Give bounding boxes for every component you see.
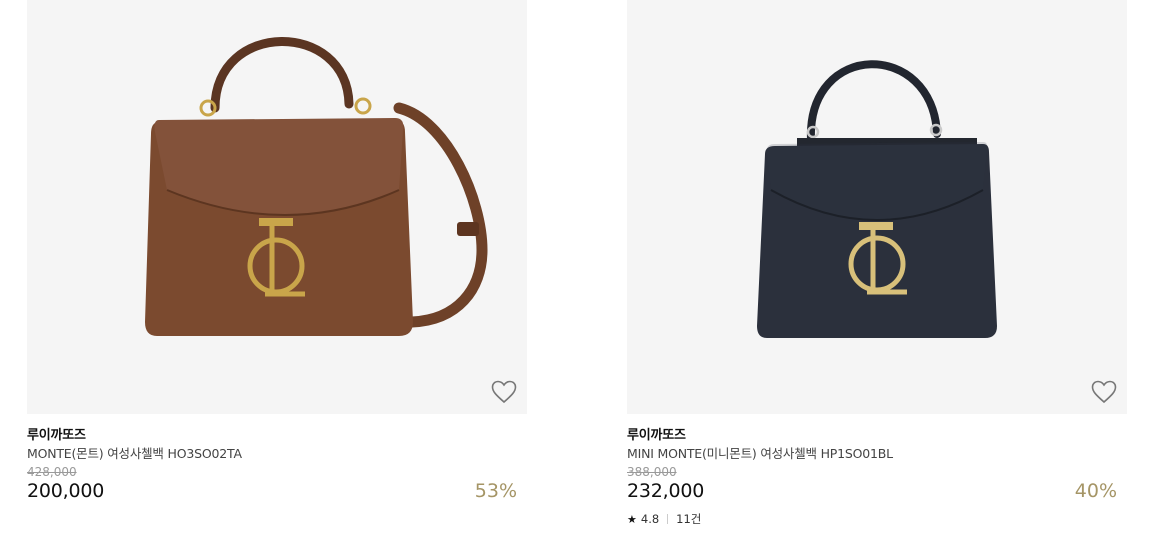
product-card[interactable]: 루이까또즈 MONTE(몬트) 여성사첼백 HO3SO02TA 428,000 … — [27, 0, 527, 502]
bag-image — [757, 60, 997, 338]
original-price: 428,000 — [27, 465, 77, 479]
rating-summary: ★ 4.8 11건 — [627, 511, 701, 527]
product-card[interactable]: 루이까또즈 MINI MONTE(미니몬트) 여성사첼백 HP1SO01BL 3… — [627, 0, 1127, 526]
sale-price: 232,000 — [627, 480, 705, 502]
discount-rate: 53% — [474, 480, 517, 502]
rating-value: 4.8 — [640, 512, 660, 526]
bag-image — [145, 37, 488, 336]
original-price: 388,000 — [627, 465, 677, 479]
heart-outline-icon[interactable] — [1091, 380, 1117, 404]
brand-name[interactable]: 루이까또즈 — [27, 424, 86, 443]
product-image[interactable] — [27, 0, 527, 414]
sale-price: 200,000 — [27, 480, 105, 502]
product-name[interactable]: MINI MONTE(미니몬트) 여성사첼백 HP1SO01BL — [627, 443, 893, 462]
review-count: 11건 — [676, 512, 702, 526]
brand-name[interactable]: 루이까또즈 — [627, 424, 686, 443]
star-icon: ★ — [627, 512, 637, 526]
product-name[interactable]: MONTE(몬트) 여성사첼백 HO3SO02TA — [27, 443, 242, 462]
discount-rate: 40% — [1074, 480, 1117, 502]
product-image[interactable] — [627, 0, 1127, 414]
divider — [667, 514, 669, 524]
heart-outline-icon[interactable] — [491, 380, 517, 404]
